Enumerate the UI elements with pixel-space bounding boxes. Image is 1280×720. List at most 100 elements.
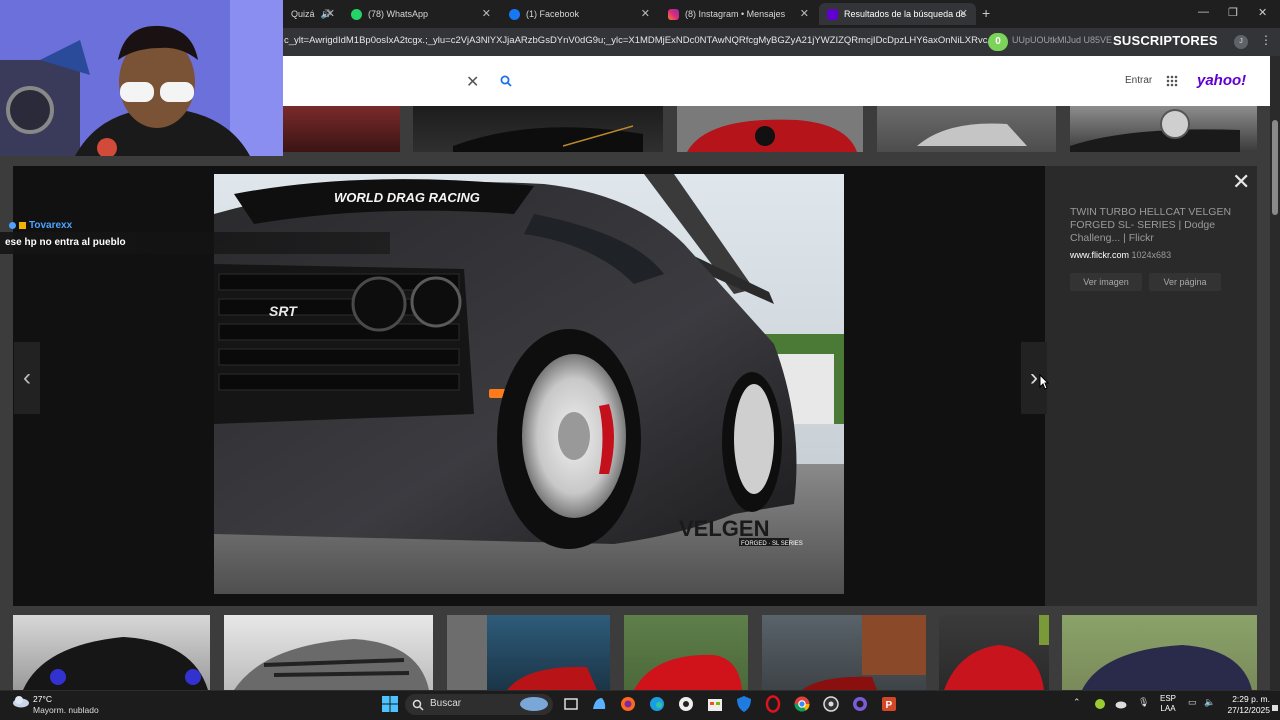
browser-menu-icon[interactable]: ⋮ — [1260, 33, 1272, 47]
microphone-icon[interactable]: 🎙 — [1138, 697, 1149, 708]
screen: Quizá 🔊 ✕ (78) WhatsApp ✕ (1) Facebook ✕… — [0, 0, 1280, 720]
clock-time: 2:29 p. m. — [1232, 694, 1270, 704]
velgen-logo-sub: FORGED · SL SERIES — [741, 541, 803, 547]
sign-in-link[interactable]: Entrar — [1125, 75, 1152, 86]
tab-whatsapp[interactable]: (78) WhatsApp ✕ — [343, 3, 499, 25]
network-icon[interactable]: ▭ — [1188, 697, 1197, 708]
copilot-icon[interactable] — [590, 695, 608, 713]
chat-badge-icon — [9, 222, 16, 229]
new-tab-button[interactable]: + — [982, 5, 990, 21]
notification-bell-icon[interactable] — [1272, 700, 1278, 711]
chat-username: Tovarexx — [9, 220, 72, 231]
subscriber-count-badge: 0 — [988, 33, 1008, 51]
yahoo-icon — [827, 8, 838, 20]
close-lightbox-icon[interactable]: ✕ — [1232, 171, 1250, 193]
view-page-button[interactable]: Ver página — [1149, 273, 1221, 291]
apps-grid-icon[interactable] — [1166, 75, 1178, 87]
start-windows-icon[interactable] — [381, 695, 399, 713]
input-language[interactable]: ESP LAA — [1160, 694, 1176, 714]
tab-title: (78) WhatsApp — [368, 9, 429, 19]
mouse-cursor-icon — [1039, 373, 1050, 395]
close-tab-icon[interactable]: ✕ — [959, 7, 968, 20]
chat-badge-icon — [19, 222, 26, 229]
tab-title: Quizá — [291, 9, 315, 19]
app-icon[interactable] — [677, 695, 695, 713]
restore-button[interactable]: ❐ — [1228, 6, 1238, 19]
task-view-icon[interactable] — [562, 695, 580, 713]
clear-search-icon[interactable]: ✕ — [466, 72, 479, 92]
image-source[interactable]: www.flickr.com 1024x683 — [1070, 250, 1171, 260]
subscriber-label: SUSCRIPTORES — [1113, 33, 1218, 48]
url-tail: UUpUOUtkMlJud U85VE — [1012, 35, 1113, 45]
tab-title: Resultados de la búsqueda de — [844, 9, 966, 19]
svg-text:P: P — [886, 700, 893, 711]
view-image-button[interactable]: Ver imagen — [1070, 273, 1142, 291]
weather-cloud-icon[interactable] — [12, 694, 30, 713]
system-clock[interactable]: 2:29 p. m. 27/12/2025 — [1222, 694, 1270, 716]
close-window-button[interactable]: ✕ — [1258, 6, 1267, 19]
search-icon[interactable] — [412, 698, 424, 711]
close-tab-icon[interactable]: ✕ — [482, 7, 491, 20]
facebook-icon — [509, 8, 520, 20]
tab-instagram[interactable]: (8) Instagram • Mensajes ✕ — [660, 3, 817, 25]
image-result-thumbnail[interactable] — [224, 615, 433, 690]
windows-taskbar — [0, 690, 1280, 720]
previous-image-button[interactable]: ‹ — [14, 342, 40, 414]
opera-icon[interactable] — [764, 695, 782, 713]
velgen-logo-text: VELGEN — [679, 516, 769, 541]
yahoo-logo[interactable]: yahoo! — [1197, 72, 1246, 89]
tab-title: (1) Facebook — [526, 9, 580, 19]
image-title[interactable]: TWIN TURBO HELLCAT VELGEN FORGED SL- SER… — [1070, 206, 1240, 245]
webcam-overlay — [0, 0, 283, 156]
image-result-thumbnail[interactable] — [413, 106, 663, 152]
scrollbar-thumb[interactable] — [1272, 120, 1278, 215]
url-text[interactable]: c_ylt=AwrigdIdM1Bp0osIxA2tcgx.;_ylu=c2Vj… — [284, 35, 994, 46]
image-result-thumbnail[interactable] — [624, 615, 748, 690]
image-result-thumbnail[interactable] — [939, 615, 1049, 690]
input-language-bottom: LAA — [1160, 704, 1176, 713]
volume-icon[interactable]: 🔈 — [1204, 697, 1215, 708]
tab-title: (8) Instagram • Mensajes — [685, 9, 786, 19]
weather-description[interactable]: Mayorm. nublado — [33, 705, 99, 715]
close-tab-icon[interactable]: ✕ — [641, 7, 650, 20]
search-highlight-icon[interactable] — [519, 695, 549, 713]
minimize-button[interactable]: — — [1198, 6, 1209, 18]
instagram-icon — [668, 8, 679, 20]
tab-yahoo-results[interactable]: Resultados de la búsqueda de ✕ — [819, 3, 976, 25]
weather-temperature[interactable]: 27°C — [33, 694, 52, 704]
firefox-icon[interactable] — [619, 695, 637, 713]
image-source-domain[interactable]: www.flickr.com — [1070, 250, 1129, 260]
close-tab-icon[interactable]: ✕ — [800, 7, 809, 20]
tab-quiza[interactable]: Quizá 🔊 ✕ — [283, 3, 343, 25]
store-icon[interactable] — [706, 695, 724, 713]
image-result-thumbnail[interactable] — [1070, 106, 1257, 152]
image-dimensions: 1024x683 — [1131, 250, 1172, 260]
image-result-thumbnail[interactable] — [677, 106, 863, 152]
streaming-app-icon[interactable] — [851, 695, 869, 713]
obs-icon[interactable] — [822, 695, 840, 713]
tray-app-icon[interactable] — [1094, 697, 1106, 709]
close-tab-icon[interactable]: ✕ — [326, 7, 335, 20]
image-result-thumbnail[interactable] — [1062, 615, 1257, 690]
whatsapp-icon — [351, 8, 362, 20]
profile-avatar[interactable]: J — [1234, 35, 1248, 49]
show-hidden-icons[interactable]: ⌃ — [1073, 697, 1081, 708]
input-language-top: ESP — [1160, 694, 1177, 703]
taskbar-search-label[interactable]: Buscar — [430, 698, 461, 709]
chrome-icon[interactable] — [793, 695, 811, 713]
image-result-thumbnail[interactable] — [762, 615, 926, 690]
tab-facebook[interactable]: (1) Facebook ✕ — [501, 3, 658, 25]
srt-badge: SRT — [269, 303, 298, 319]
powerpoint-icon[interactable]: P — [880, 695, 898, 713]
security-shield-icon[interactable] — [735, 695, 753, 713]
image-result-thumbnail[interactable] — [283, 106, 400, 152]
windshield-banner: WORLD DRAG RACING — [334, 190, 480, 205]
search-input[interactable] — [283, 66, 523, 98]
chat-message: ese hp no entra al pueblo — [5, 237, 126, 248]
image-result-thumbnail[interactable] — [13, 615, 210, 690]
image-result-thumbnail[interactable] — [447, 615, 610, 690]
cloud-sync-icon[interactable] — [1115, 697, 1127, 709]
image-result-thumbnail[interactable] — [877, 106, 1056, 152]
search-icon[interactable] — [500, 74, 512, 92]
edge-icon[interactable] — [648, 695, 666, 713]
